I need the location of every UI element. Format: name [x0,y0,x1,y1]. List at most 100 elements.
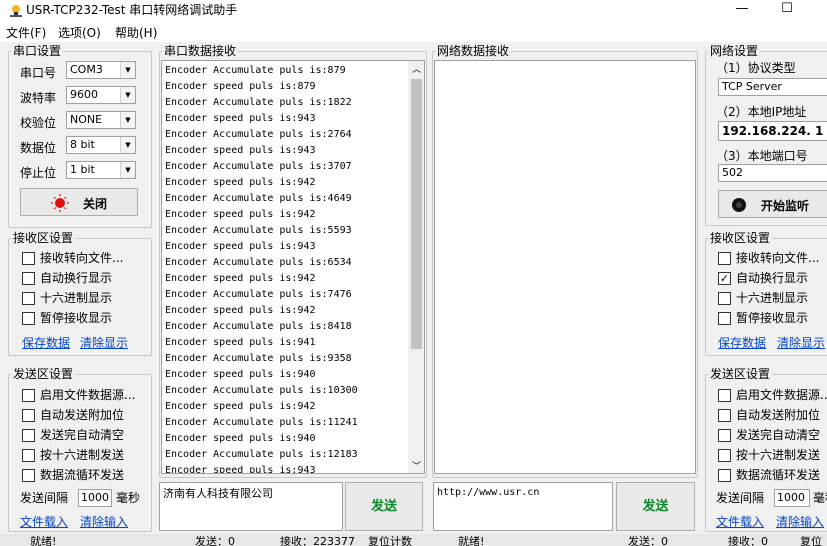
status-bar [0,534,827,546]
serial-send-input[interactable]: 济南有人科技有限公司 [159,482,343,531]
scroll-up-icon[interactable]: ︿ [412,62,421,75]
menu-help[interactable]: 帮助(H) [115,25,157,41]
send-interval-label: 发送间隔 [20,491,69,505]
baud-select[interactable]: 9600 ▼ [66,86,136,104]
local-port-label: （3）本地端口号 [716,149,808,163]
net-save-data-link[interactable]: 保存数据 [718,334,766,351]
receive-line: Encoder Accumulate puls is:8418 [165,321,352,332]
receive-line: Encoder speed puls is:879 [165,81,316,92]
scroll-thumb[interactable] [411,79,422,349]
receive-line: Encoder Accumulate puls is:3707 [165,161,352,172]
checkbox-label[interactable]: 接收转向文件... [40,251,123,265]
maximize-button[interactable]: ☐ [772,0,802,18]
receive-line: Encoder speed puls is:942 [165,401,316,412]
start-listen-button[interactable]: 开始监听 [718,190,827,218]
receive-line: Encoder speed puls is:942 [165,273,316,284]
checkbox[interactable]: ✓ [718,272,731,285]
checkbox-label[interactable]: 自动换行显示 [40,271,112,285]
checkbox-label[interactable]: 十六进制显示 [736,291,808,305]
chevron-down-icon: ▼ [120,112,135,128]
receive-line: Encoder speed puls is:942 [165,209,316,220]
clear-input-link[interactable]: 清除输入 [80,513,128,530]
checkbox-label[interactable]: 按十六进制发送 [736,448,820,462]
checkbox-label[interactable]: 暂停接收显示 [736,311,808,325]
checkbox-label[interactable]: 启用文件数据源... [40,388,135,402]
local-port-input[interactable]: 502 [718,164,827,182]
protocol-select[interactable]: TCP Server [718,78,827,96]
stopbits-select[interactable]: 1 bit ▼ [66,161,136,179]
serial-receive-area[interactable]: Encoder Accumulate puls is:879 Encoder sp… [161,60,425,474]
clear-display-link[interactable]: 清除显示 [80,334,128,351]
checkbox[interactable] [22,449,35,462]
checkbox-label[interactable]: 发送完自动清空 [40,428,124,442]
stopbits-value: 1 bit [70,163,95,176]
listen-status-icon [732,198,746,212]
checkbox-label[interactable]: 自动发送附加位 [736,408,820,422]
close-port-label: 关闭 [83,197,108,211]
checkbox-label[interactable]: 按十六进制发送 [40,448,124,462]
menu-file[interactable]: 文件(F) [6,25,46,41]
file-load-link[interactable]: 文件载入 [20,513,68,530]
checkbox[interactable] [718,389,731,402]
checkbox-label[interactable]: 数据流循环发送 [736,468,820,482]
serial-scrollbar[interactable]: ︿ ﹀ [408,61,424,473]
reset-count-button[interactable]: 复位计数 [368,536,412,546]
checkbox-label[interactable]: 发送完自动清空 [736,428,820,442]
checkbox[interactable] [22,292,35,305]
checkbox[interactable] [718,429,731,442]
checkbox[interactable] [718,252,731,265]
checkbox-label[interactable]: 暂停接收显示 [40,311,112,325]
net-send-interval-input[interactable]: 1000 [774,489,810,507]
net-settings-legend: 网络设置 [710,44,759,58]
checkbox[interactable] [718,409,731,422]
minimize-button[interactable]: — [727,0,757,18]
checkbox[interactable] [22,312,35,325]
checkbox-label[interactable]: 十六进制显示 [40,291,112,305]
serial-receive-text: Encoder Accumulate puls is:879 Encoder sp… [165,63,358,473]
checkbox-label[interactable]: 自动发送附加位 [40,408,124,422]
checkbox[interactable] [22,409,35,422]
checkbox-label[interactable]: 接收转向文件... [736,251,819,265]
parity-label: 校验位 [20,116,57,130]
checkbox[interactable] [22,252,35,265]
receive-line: Encoder Accumulate puls is:12183 [165,449,358,460]
receive-line: Encoder speed puls is:940 [165,433,316,444]
checkbox[interactable] [22,389,35,402]
checkbox[interactable] [22,429,35,442]
receive-line: Encoder speed puls is:942 [165,177,316,188]
checkbox[interactable] [22,469,35,482]
net-reset-button[interactable]: 复位 [800,536,822,546]
start-listen-label: 开始监听 [761,199,810,213]
port-label: 串口号 [20,66,57,80]
checkbox[interactable] [22,272,35,285]
checkbox[interactable] [718,449,731,462]
parity-select[interactable]: NONE ▼ [66,111,136,129]
scroll-down-icon[interactable]: ﹀ [412,459,421,472]
checkbox-label[interactable]: 启用文件数据源... [736,388,827,402]
net-clear-display-link[interactable]: 清除显示 [777,334,825,351]
checkbox-label[interactable]: 自动换行显示 [736,271,808,285]
serial-data-legend: 串口数据接收 [164,44,237,58]
net-file-load-link[interactable]: 文件载入 [716,513,764,530]
ip-input[interactable]: 192.168.224. 1 [718,121,827,141]
checkbox[interactable] [718,312,731,325]
menu-bar: 文件(F) 选项(O) 帮助(H) [0,22,827,42]
net-send-button[interactable]: 发送 [616,482,695,531]
close-port-button[interactable]: 关闭 [20,188,138,216]
net-receive-area[interactable] [434,60,696,474]
status-led-icon [51,194,69,212]
save-data-link[interactable]: 保存数据 [22,334,70,351]
serial-send-button[interactable]: 发送 [345,482,423,531]
net-send-input[interactable]: http://www.usr.cn [433,482,613,531]
send-interval-input[interactable]: 1000 [78,489,112,507]
receive-line: Encoder speed puls is:941 [165,337,316,348]
checkbox[interactable] [718,469,731,482]
port-select[interactable]: COM3 ▼ [66,61,136,79]
checkbox-label[interactable]: 数据流循环发送 [40,468,124,482]
net-clear-input-link[interactable]: 清除输入 [776,513,824,530]
databits-select[interactable]: 8 bit ▼ [66,136,136,154]
checkbox[interactable] [718,292,731,305]
net-data-legend: 网络数据接收 [437,44,510,58]
receive-line: Encoder speed puls is:940 [165,369,316,380]
menu-options[interactable]: 选项(O) [58,25,101,41]
